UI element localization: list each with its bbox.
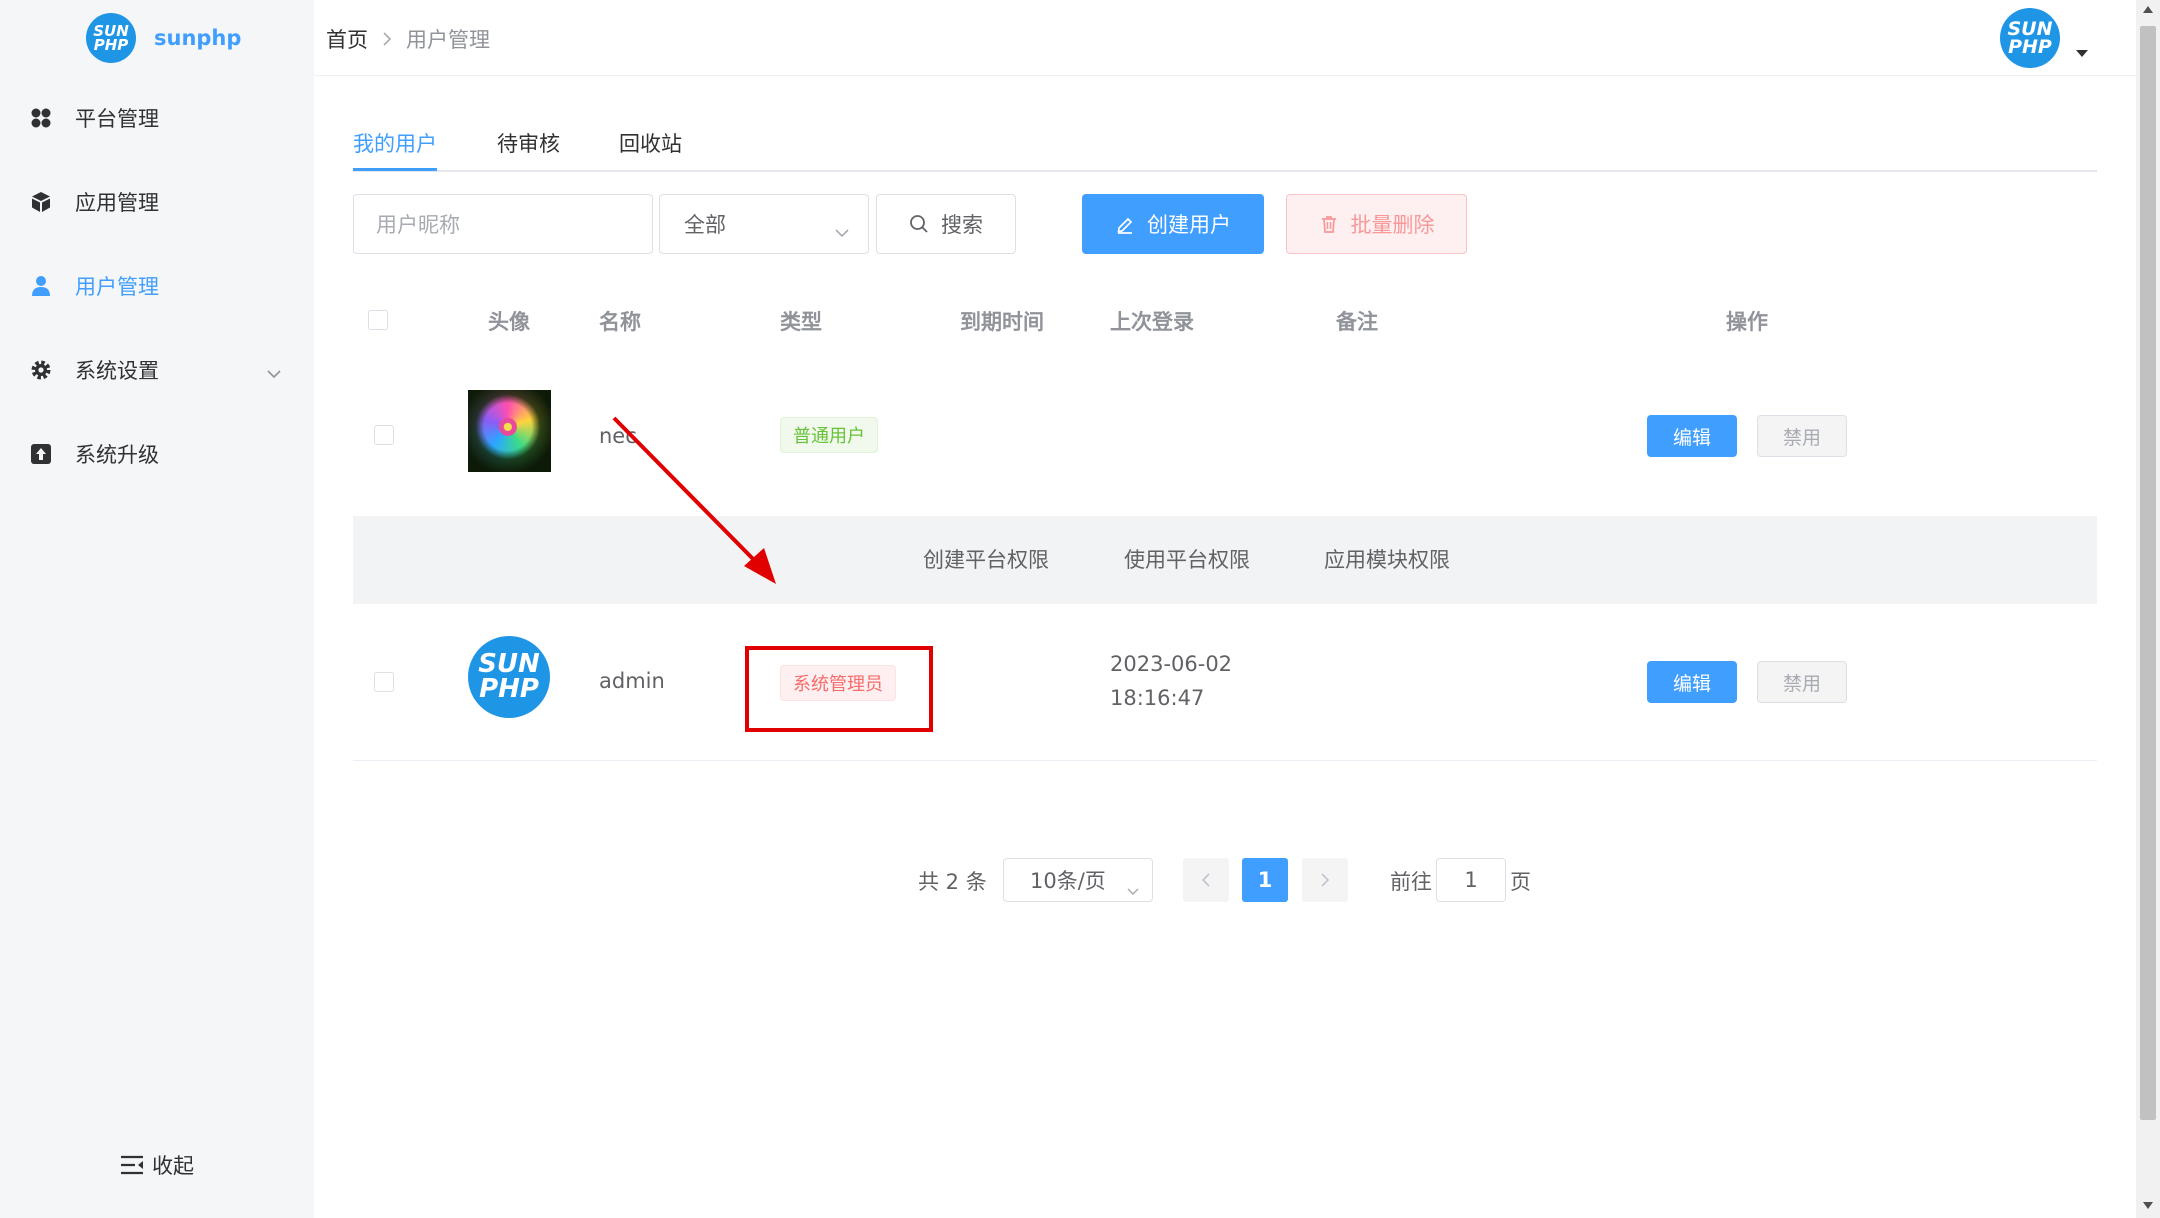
pagination-total: 共 2 条 [918,870,987,894]
goto-label: 前往 [1390,870,1432,894]
prev-page-button[interactable] [1183,858,1229,902]
chevron-right-icon [1321,873,1330,887]
annotation-arrow [612,416,776,584]
page-size-select[interactable]: 10条/页 [1003,858,1153,902]
page-number-current[interactable]: 1 [1242,858,1288,902]
chevron-left-icon [1201,873,1210,887]
next-page-button[interactable] [1302,858,1348,902]
goto-page-input[interactable]: 1 [1436,858,1506,902]
page-suffix: 页 [1510,870,1531,894]
chevron-down-icon [1126,877,1140,901]
page-size-value: 10条/页 [1030,869,1106,893]
